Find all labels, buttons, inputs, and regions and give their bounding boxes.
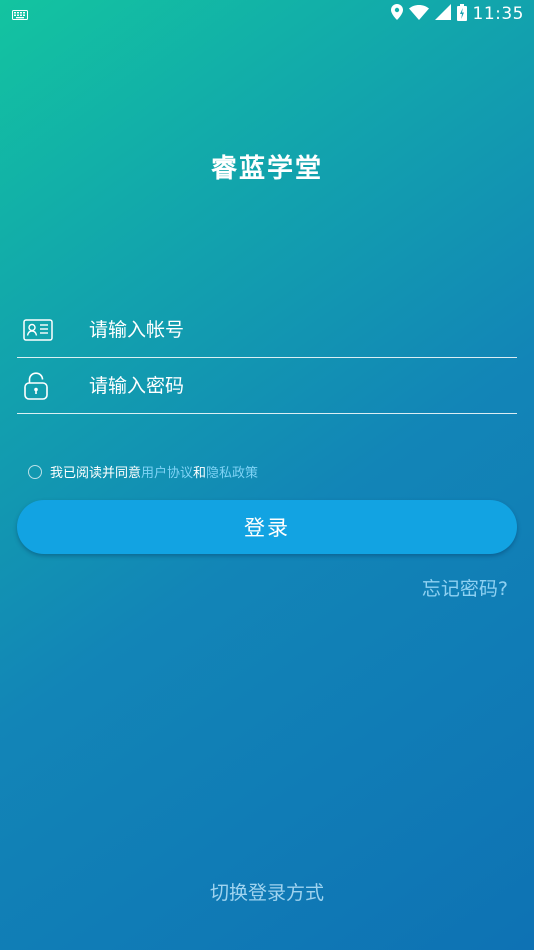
account-input[interactable] [89, 309, 517, 350]
password-field[interactable] [17, 358, 517, 414]
privacy-policy-link[interactable]: 隐私政策 [206, 462, 258, 481]
account-field[interactable] [17, 302, 517, 358]
lock-icon [17, 371, 61, 401]
forgot-password-link[interactable]: 忘记密码? [422, 574, 508, 601]
location-icon [390, 4, 403, 24]
battery-icon [456, 3, 467, 25]
status-left [12, 5, 28, 24]
status-time: 11:35 [472, 4, 524, 24]
keyboard-icon [12, 5, 28, 24]
agreement-radio[interactable] [28, 464, 42, 479]
login-button[interactable]: 登录 [17, 500, 517, 554]
signal-icon [434, 4, 451, 24]
id-card-icon [17, 315, 61, 345]
password-input[interactable] [89, 365, 517, 406]
agreement-row: 我已阅读并同意 用户协议 和 隐私政策 [28, 462, 258, 481]
status-right: 11:35 [390, 3, 525, 25]
switch-login-method-link[interactable]: 切换登录方式 [0, 878, 534, 905]
app-title: 睿蓝学堂 [210, 154, 323, 184]
agreement-and: 和 [193, 466, 207, 481]
wifi-icon [408, 4, 429, 24]
agreement-prefix: 我已阅读并同意 [50, 466, 142, 481]
user-agreement-link[interactable]: 用户协议 [141, 462, 193, 481]
status-bar: 11:35 [0, 0, 534, 28]
